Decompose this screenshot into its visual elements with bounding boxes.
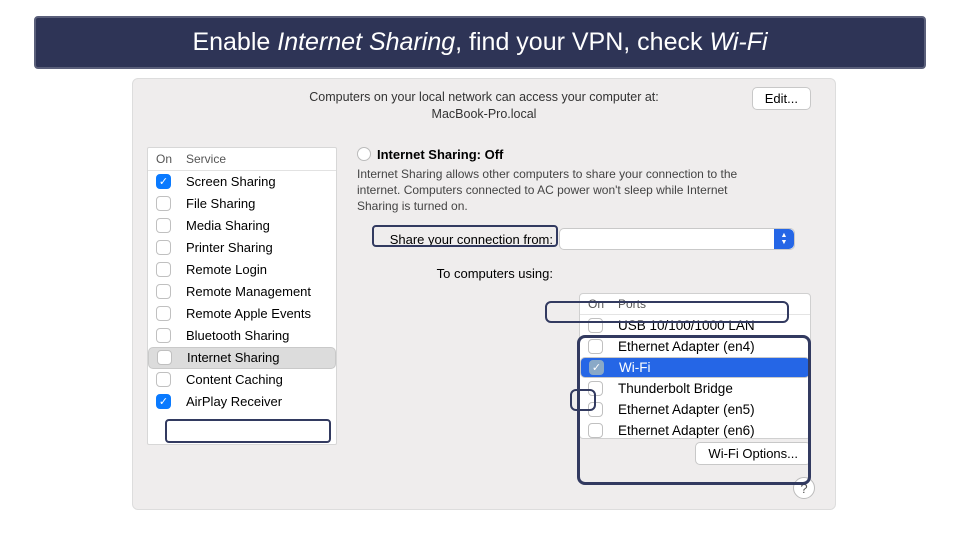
hostname-label: Computers on your local network can acce… (309, 89, 658, 106)
to-using-label: To computers using: (357, 262, 553, 281)
checkbox-icon[interactable]: ✓ (589, 360, 604, 375)
service-row[interactable]: Printer Sharing (148, 237, 336, 259)
service-row[interactable]: Remote Apple Events (148, 303, 336, 325)
service-row[interactable]: Bluetooth Sharing (148, 325, 336, 347)
service-row[interactable]: Internet Sharing (148, 347, 336, 369)
service-label: Media Sharing (186, 218, 270, 233)
share-from-label: Share your connection from: (357, 232, 553, 247)
checkbox-icon[interactable] (588, 339, 603, 354)
service-label: Bluetooth Sharing (186, 328, 289, 343)
share-from-select[interactable]: ▲▼ (559, 228, 795, 250)
col-ports: Ports (618, 297, 646, 311)
edit-button[interactable]: Edit... (752, 87, 811, 110)
service-label: Content Caching (186, 372, 283, 387)
port-row[interactable]: ✓ Wi-Fi (580, 357, 810, 378)
checkbox-icon[interactable] (157, 350, 172, 365)
service-row[interactable]: Remote Login (148, 259, 336, 281)
port-label: USB 10/100/1000 LAN (618, 318, 755, 333)
detail-desc: Internet Sharing allows other computers … (357, 166, 757, 215)
service-label: Internet Sharing (187, 350, 280, 365)
sharing-pref-pane: Computers on your local network can acce… (132, 78, 836, 510)
checkbox-icon[interactable] (588, 381, 603, 396)
service-row[interactable]: Remote Management (148, 281, 336, 303)
banner-text2: , find your VPN, check (455, 28, 709, 56)
ports-header: On Ports (580, 294, 810, 315)
checkbox-icon[interactable] (156, 240, 171, 255)
service-row[interactable]: ✓ Screen Sharing (148, 171, 336, 193)
services-header: On Service (148, 148, 336, 171)
service-label: AirPlay Receiver (186, 394, 282, 409)
hostname-value: MacBook-Pro.local (309, 106, 658, 123)
port-row[interactable]: Thunderbolt Bridge (580, 378, 810, 399)
checkbox-icon[interactable] (156, 196, 171, 211)
wifi-options-button[interactable]: Wi-Fi Options... (695, 442, 811, 465)
checkbox-icon[interactable] (156, 328, 171, 343)
checkbox-icon[interactable] (588, 402, 603, 417)
service-row[interactable]: Content Caching (148, 369, 336, 391)
service-row[interactable]: ✓ AirPlay Receiver (148, 391, 336, 413)
col-on: On (156, 152, 186, 166)
service-label: File Sharing (186, 196, 255, 211)
service-row[interactable]: File Sharing (148, 193, 336, 215)
service-row[interactable]: Media Sharing (148, 215, 336, 237)
checkbox-icon[interactable] (156, 372, 171, 387)
checkbox-icon[interactable]: ✓ (156, 394, 171, 409)
checkbox-icon[interactable] (588, 423, 603, 438)
hostname-row: Computers on your local network can acce… (147, 89, 821, 123)
port-row[interactable]: Ethernet Adapter (en6) (580, 420, 810, 439)
service-label: Screen Sharing (186, 174, 276, 189)
banner-em1: Internet Sharing (277, 28, 455, 56)
banner-em2: Wi-Fi (709, 28, 767, 56)
chevron-up-down-icon: ▲▼ (774, 229, 794, 249)
port-label: Thunderbolt Bridge (618, 381, 733, 396)
detail-title: Internet Sharing: Off (377, 147, 503, 162)
checkbox-icon[interactable] (156, 262, 171, 277)
internet-sharing-header: Internet Sharing: Off (357, 147, 821, 162)
port-label: Ethernet Adapter (en6) (618, 423, 755, 438)
port-label: Ethernet Adapter (en5) (618, 402, 755, 417)
checkbox-icon[interactable] (588, 318, 603, 333)
col-on2: On (588, 297, 618, 311)
service-label: Remote Apple Events (186, 306, 311, 321)
checkbox-icon[interactable] (156, 284, 171, 299)
service-label: Remote Management (186, 284, 311, 299)
services-list[interactable]: On Service ✓ Screen Sharing File Sharing Me… (147, 147, 337, 445)
port-label: Wi-Fi (619, 360, 650, 375)
ports-list[interactable]: On Ports USB 10/100/1000 LAN Ethernet Ada… (579, 293, 811, 439)
port-row[interactable]: Ethernet Adapter (en4) (580, 336, 810, 357)
checkbox-icon[interactable] (156, 218, 171, 233)
service-label: Remote Login (186, 262, 267, 277)
detail-pane: Internet Sharing: Off Internet Sharing a… (357, 147, 821, 445)
internet-sharing-toggle[interactable] (357, 147, 371, 161)
col-service: Service (186, 152, 226, 166)
port-row[interactable]: Ethernet Adapter (en5) (580, 399, 810, 420)
service-label: Printer Sharing (186, 240, 273, 255)
checkbox-icon[interactable]: ✓ (156, 174, 171, 189)
instruction-banner: Enable Internet Sharing, find your VPN, … (34, 16, 926, 69)
checkbox-icon[interactable] (156, 306, 171, 321)
port-label: Ethernet Adapter (en4) (618, 339, 755, 354)
help-button[interactable]: ? (793, 477, 815, 499)
banner-text: Enable (192, 28, 277, 56)
port-row[interactable]: USB 10/100/1000 LAN (580, 315, 810, 336)
